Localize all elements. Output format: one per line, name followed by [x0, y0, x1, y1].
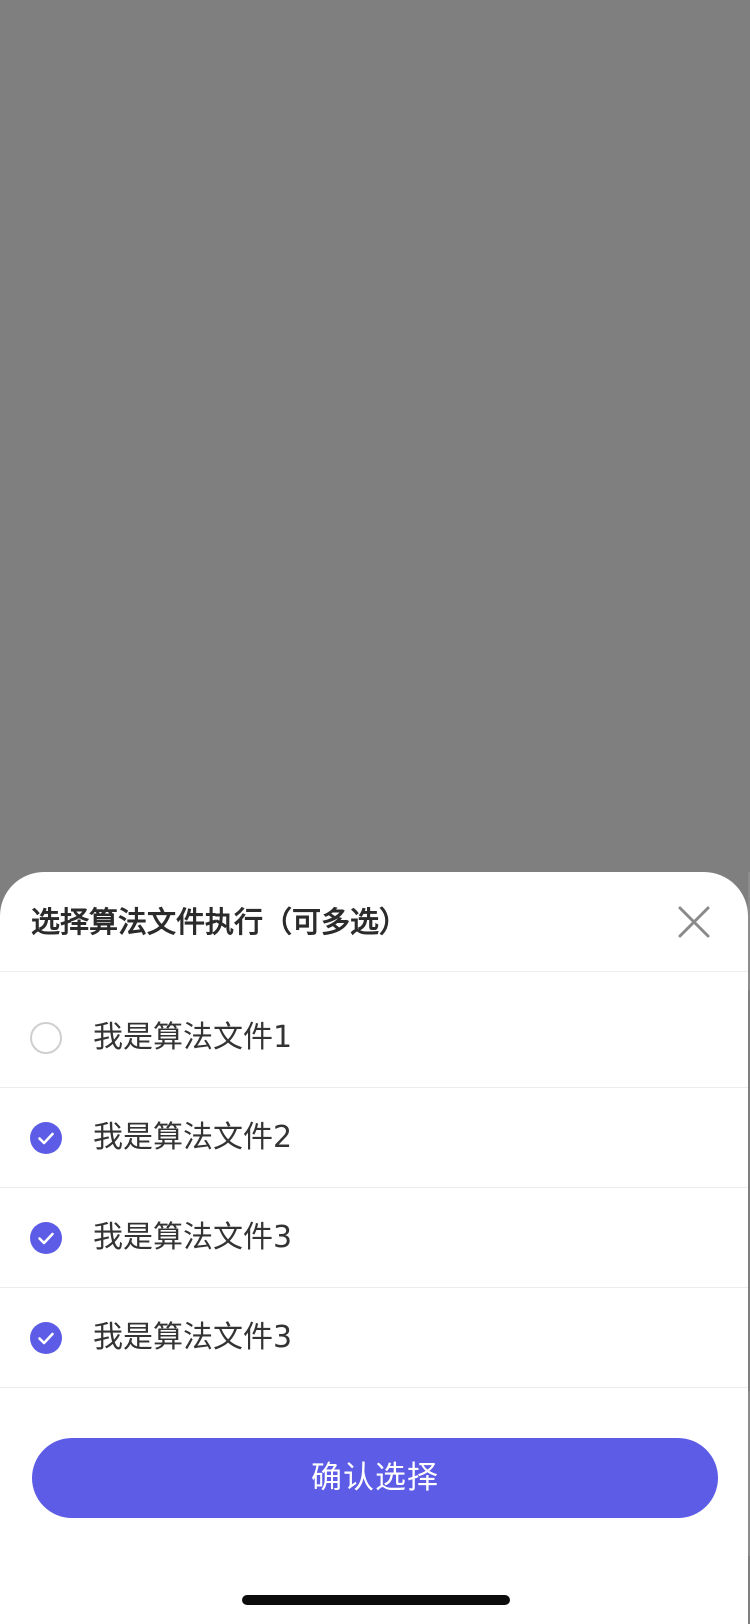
option-label: 我是算法文件3 [93, 1219, 293, 1255]
option-label: 我是算法文件2 [93, 1119, 293, 1155]
sheet-header: 选择算法文件执行（可多选） [0, 872, 748, 972]
option-label: 我是算法文件1 [93, 1020, 293, 1055]
sheet-title: 选择算法文件执行（可多选） [31, 905, 409, 939]
close-icon [678, 906, 710, 938]
option-item[interactable]: 我是算法文件3 [0, 1288, 748, 1388]
checkbox[interactable] [30, 1121, 62, 1154]
confirm-button[interactable]: 确认选择 [32, 1438, 718, 1518]
option-item[interactable]: 我是算法文件2 [0, 1088, 748, 1188]
option-label: 我是算法文件3 [93, 1319, 293, 1355]
checkmark-icon [38, 1332, 54, 1344]
screen: 选择算法文件执行（可多选） 我是算法文件1 我是算法文件2 我是算法文件3 我是… [0, 0, 750, 1624]
checkbox[interactable] [30, 1221, 62, 1254]
option-item[interactable]: 我是算法文件1 [0, 972, 748, 1088]
checkbox[interactable] [30, 1022, 62, 1054]
home-indicator [242, 1595, 510, 1605]
option-list: 我是算法文件1 我是算法文件2 我是算法文件3 我是算法文件3 [0, 972, 748, 1388]
checkmark-icon [38, 1132, 54, 1144]
checkmark-icon [38, 1232, 54, 1244]
bottom-sheet: 选择算法文件执行（可多选） 我是算法文件1 我是算法文件2 我是算法文件3 我是… [0, 872, 748, 1624]
checkbox[interactable] [30, 1321, 62, 1354]
option-item[interactable]: 我是算法文件3 [0, 1188, 748, 1288]
close-button[interactable] [674, 902, 714, 942]
